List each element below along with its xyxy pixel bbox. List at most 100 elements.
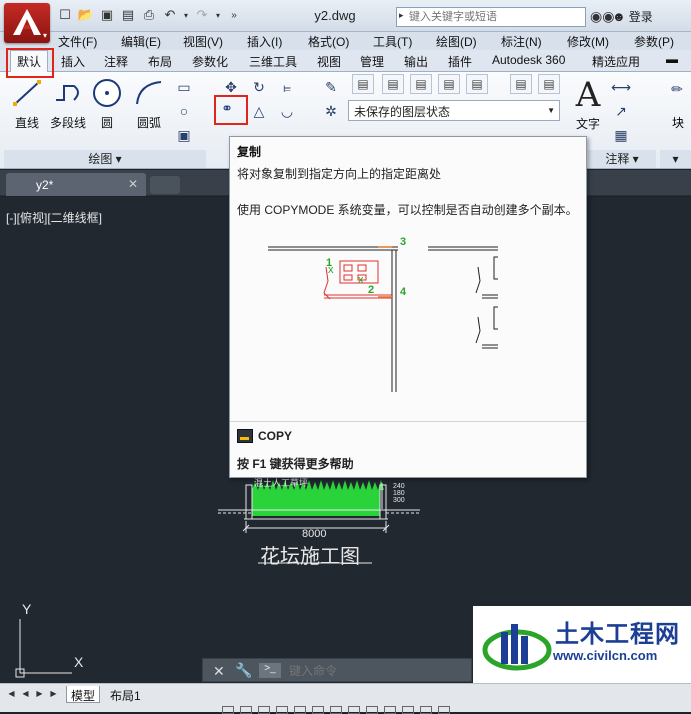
tab-featured-apps[interactable]: 精选应用 [592, 53, 640, 70]
menu-edit[interactable]: 编辑(E) [121, 33, 161, 50]
menu-dimension[interactable]: 标注(N) [501, 33, 542, 50]
wrench-icon[interactable]: 🔧 [235, 662, 252, 679]
new-file-icon[interactable]: ☐ [56, 6, 74, 24]
tab-autodesk-360[interactable]: Autodesk 360 [492, 53, 565, 67]
document-title: y2.dwg [314, 8, 356, 23]
move-icon[interactable]: ✥ [222, 78, 240, 96]
layer-match-icon[interactable]: ▤ [382, 74, 404, 94]
ducs-icon[interactable] [330, 706, 342, 714]
more-tools-icon[interactable]: » [225, 6, 243, 24]
menu-modify[interactable]: 修改(M) [567, 33, 609, 50]
qp-icon[interactable] [402, 706, 414, 714]
table-icon[interactable]: ▦ [612, 126, 630, 144]
draw-panel-title[interactable]: 绘图 ▾ [4, 150, 206, 168]
undo-dropdown-icon[interactable]: ▾ [182, 6, 190, 24]
layer-walk-icon[interactable]: ▤ [538, 74, 560, 94]
erase-icon[interactable]: ✎ [322, 78, 340, 96]
arc-tool[interactable]: 圆弧 [128, 76, 170, 131]
close-icon[interactable]: ✕ [213, 663, 225, 680]
block-panel-title[interactable]: ▾ [660, 150, 691, 168]
layer-off-icon[interactable]: ▤ [410, 74, 432, 94]
menu-format[interactable]: 格式(O) [308, 33, 349, 50]
prev-tab-icon[interactable]: ◀ [20, 688, 31, 700]
explode-icon[interactable]: ✲ [322, 102, 340, 120]
search-input[interactable] [409, 9, 581, 25]
line-tool[interactable]: 直线 [6, 76, 48, 131]
new-tab-button[interactable] [150, 176, 180, 194]
undo-icon[interactable]: ↶ [161, 6, 179, 24]
layer-lock-icon[interactable]: ▤ [466, 74, 488, 94]
close-icon[interactable]: ✕ [128, 177, 138, 191]
menu-tools[interactable]: 工具(T) [373, 33, 412, 50]
menu-parametric[interactable]: 参数(P) [634, 33, 674, 50]
last-tab-icon[interactable]: ▶ [48, 688, 59, 700]
hatch-icon[interactable]: ○ [175, 102, 193, 120]
tab-output[interactable]: 输出 [404, 53, 428, 70]
layer-isolate-icon[interactable]: ▤ [510, 74, 532, 94]
save-icon[interactable]: ▣ [98, 6, 116, 24]
save-as-icon[interactable]: ▤ [119, 6, 137, 24]
tooltip-extra-info: 使用 COPYMODE 系统变量，可以控制是否自动创建多个副本。 [237, 203, 578, 217]
dyn-icon[interactable] [348, 706, 360, 714]
menu-view[interactable]: 视图(V) [183, 33, 223, 50]
annotation-panel-title[interactable]: 注释 ▾ [588, 150, 656, 168]
print-icon[interactable]: ⎙ [140, 6, 158, 24]
tpy-icon[interactable] [384, 706, 396, 714]
tab-manage[interactable]: 管理 [360, 53, 384, 70]
side-dim-2: 180 [393, 490, 405, 497]
tab-layout[interactable]: 布局 [148, 53, 172, 70]
leader-icon[interactable]: ↗ [612, 102, 630, 120]
layer-properties-icon[interactable]: ▤ [352, 74, 374, 94]
fillet-icon[interactable]: ◡ [278, 102, 296, 120]
application-menu-button[interactable]: ▾ [4, 3, 50, 43]
menu-file[interactable]: 文件(F) [58, 33, 97, 50]
snap-icon[interactable] [222, 706, 234, 714]
mirror-icon[interactable]: △ [250, 102, 268, 120]
tab-layout1[interactable]: 布局1 [106, 686, 145, 703]
redo-dropdown-icon[interactable]: ▾ [214, 6, 222, 24]
grid-icon[interactable] [240, 706, 252, 714]
sc-icon[interactable] [420, 706, 432, 714]
arc-icon [131, 76, 167, 110]
insert-block-icon[interactable]: ✏ [668, 80, 686, 98]
layer-state-dropdown[interactable]: 未保存的图层状态 ▼ [348, 100, 560, 121]
text-tool[interactable]: A 文字 [568, 75, 608, 132]
menu-draw[interactable]: 绘图(D) [436, 33, 477, 50]
otrack-icon[interactable] [312, 706, 324, 714]
file-tab[interactable]: y2* ✕ [6, 173, 146, 196]
polar-icon[interactable] [276, 706, 288, 714]
tab-parametric[interactable]: 参数化 [192, 53, 228, 70]
redo-icon[interactable]: ↷ [193, 6, 211, 24]
next-tab-icon[interactable]: ▶ [34, 688, 45, 700]
tab-view[interactable]: 视图 [317, 53, 341, 70]
circle-tool[interactable]: 圆 [86, 76, 128, 131]
region-icon[interactable]: ▣ [175, 126, 193, 144]
binoculars-icon[interactable]: ◉◉ [590, 8, 614, 25]
command-prompt-icon[interactable]: >_ [259, 663, 281, 678]
command-input[interactable] [289, 662, 459, 679]
am-icon[interactable] [438, 706, 450, 714]
side-dim-1: 240 [393, 483, 405, 490]
ortho-icon[interactable] [258, 706, 270, 714]
tab-insert[interactable]: 插入 [61, 53, 85, 70]
search-expand-icon[interactable]: ▸ [399, 10, 404, 21]
polyline-tool[interactable]: 多段线 [47, 76, 89, 131]
tab-3d-tools[interactable]: 三维工具 [249, 53, 297, 70]
search-box[interactable]: ▸ [396, 7, 586, 27]
rotate-icon[interactable]: ↻ [250, 78, 268, 96]
first-tab-icon[interactable]: ◀ [6, 688, 17, 700]
rectangle-icon[interactable]: ▭ [175, 78, 193, 96]
layer-freeze-icon[interactable]: ▤ [438, 74, 460, 94]
tab-plugins[interactable]: 插件 [448, 53, 472, 70]
ribbon-toggle-icon[interactable]: ▬ [666, 52, 678, 66]
osnap-icon[interactable] [294, 706, 306, 714]
open-file-icon[interactable]: 📂 [77, 6, 95, 24]
ucs-y-label: Y [22, 601, 32, 617]
menu-insert[interactable]: 插入(I) [247, 33, 282, 50]
tab-model[interactable]: 模型 [66, 686, 101, 703]
linear-dimension-icon[interactable]: ⟷ [611, 78, 631, 96]
tab-annotate[interactable]: 注释 [104, 53, 128, 70]
lwt-icon[interactable] [366, 706, 378, 714]
login-button[interactable]: ☻ 登录 [612, 8, 653, 25]
trim-icon[interactable]: ⫢ [278, 78, 296, 96]
